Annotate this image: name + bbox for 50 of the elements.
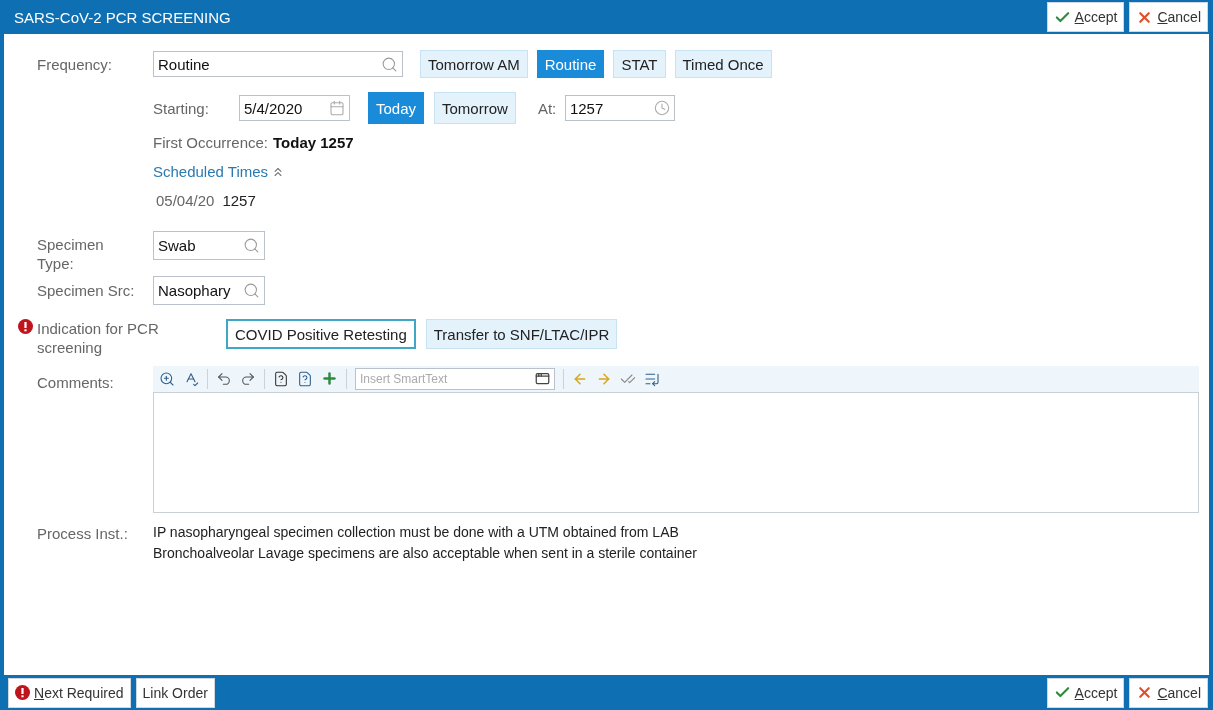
- field-label: Starting:: [153, 99, 210, 117]
- zoom-in-icon[interactable]: [159, 370, 175, 387]
- redo-icon[interactable]: [240, 370, 256, 387]
- scheduled-date: 05/04/20: [156, 192, 215, 209]
- time-field[interactable]: 1257: [564, 95, 675, 121]
- field-label: Comments:: [37, 373, 115, 392]
- field-label: First Occurrence:: [153, 134, 269, 151]
- date-option[interactable]: Today: [368, 92, 425, 124]
- window-icon: [535, 371, 550, 386]
- cancel-button[interactable]: Cancel: [1129, 2, 1208, 32]
- comments-field[interactable]: [153, 392, 1199, 513]
- link-button[interactable]: Link Order: [135, 677, 215, 708]
- spellcheck-icon[interactable]: [183, 370, 199, 387]
- clock-icon: [653, 100, 670, 116]
- plus-icon[interactable]: [321, 370, 338, 387]
- accept-button[interactable]: Accept: [1046, 2, 1125, 32]
- specimen-source-field[interactable]: Nasophary: [153, 276, 265, 305]
- cancel-button[interactable]: Cancel: [1129, 677, 1208, 708]
- field-label: Specimen Type:: [37, 235, 105, 273]
- indication-option[interactable]: COVID Positive Retesting: [226, 319, 416, 349]
- field-label: Indication for PCR screening: [37, 319, 160, 357]
- specimen-type-field[interactable]: Swab: [153, 231, 265, 260]
- search-icon: [243, 237, 260, 254]
- frequency-option[interactable]: Timed Once: [674, 50, 772, 78]
- next-required-button[interactable]: Next Required: [8, 677, 131, 708]
- field-label: Frequency:: [37, 54, 114, 74]
- scheduled-times-link[interactable]: Scheduled Times: [153, 163, 286, 180]
- first-occurrence-value: Today 1257: [273, 134, 354, 151]
- search-icon: [381, 55, 398, 73]
- frequency-option[interactable]: Tomorrow AM: [420, 50, 528, 78]
- field-label: At:: [537, 99, 558, 117]
- search-icon: [243, 282, 260, 299]
- instruction-text: Bronchoalveolar Lavage specimens are also acceptable when sent in a sterile container: [153, 544, 697, 563]
- undo-icon[interactable]: [216, 370, 232, 387]
- frequency-field[interactable]: Routine: [153, 51, 403, 77]
- frequency-option[interactable]: Routine: [536, 50, 605, 78]
- frequency-option[interactable]: STAT: [613, 50, 666, 78]
- help-icon[interactable]: [273, 370, 289, 387]
- field-label: Process Inst.:: [37, 524, 129, 543]
- window-title: SARS-CoV-2 PCR SCREENING: [13, 8, 231, 26]
- calendar-icon: [329, 100, 345, 116]
- instruction-text: IP nasopharyngeal specimen collection must be done with a UTM obtained from LAB: [153, 523, 680, 542]
- indication-option[interactable]: Transfer to SNF/LTAC/IPR: [425, 319, 618, 349]
- help-icon[interactable]: [297, 370, 313, 387]
- accept-button[interactable]: Accept: [1046, 677, 1125, 708]
- field-label: Specimen Src:: [37, 281, 136, 300]
- error-icon: [15, 685, 30, 700]
- date-option[interactable]: Tomorrow: [434, 92, 516, 124]
- date-field[interactable]: 5/4/2020: [239, 95, 350, 121]
- scheduled-time: 1257: [222, 192, 256, 209]
